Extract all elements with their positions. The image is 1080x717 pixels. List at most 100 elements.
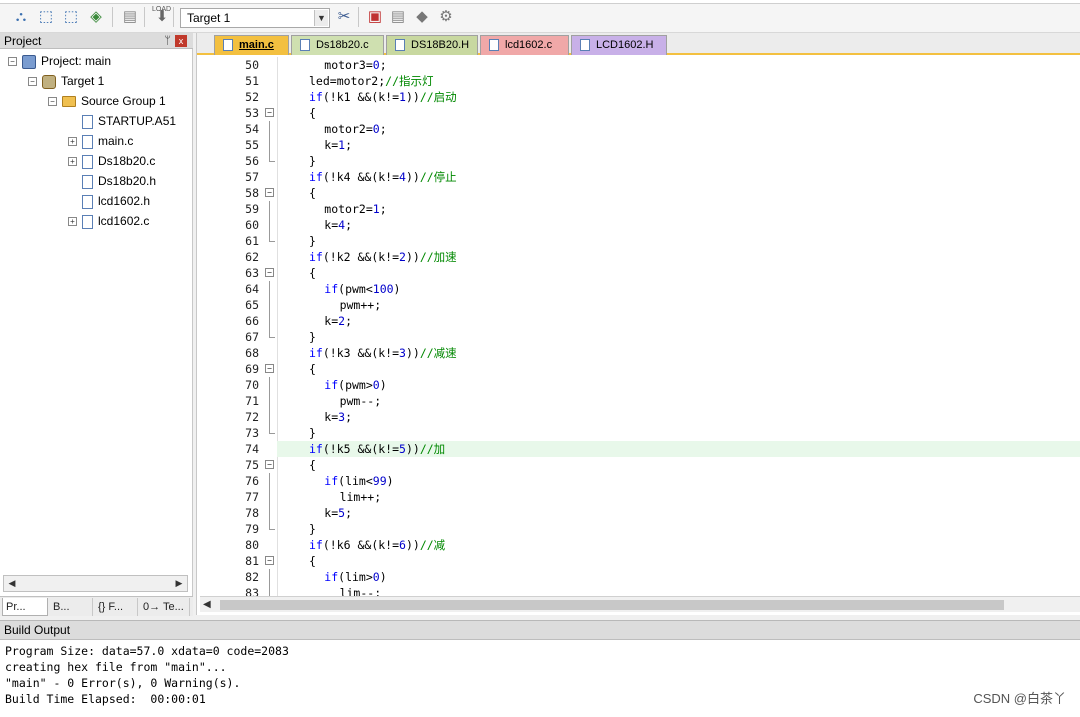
fold-guide [269,329,270,337]
code-line[interactable]: 72 k=3; [197,409,1080,425]
code-token: ) [386,474,394,488]
panel-tab[interactable]: Pr... [2,598,48,616]
collapse-icon[interactable]: − [28,77,37,87]
translate-icon[interactable]: ⛬ [12,8,30,26]
fold-collapse-icon[interactable]: − [265,268,274,277]
code-line[interactable]: 61} [197,233,1080,249]
code-line[interactable]: 57 if(!k4 &&(k!=4))//停止 [197,169,1080,185]
code-line[interactable]: 55 k=1; [197,137,1080,153]
editor-horizontal-scrollbar[interactable]: ◀ [200,596,1080,612]
code-line[interactable]: 52 if(!k1 &&(k!=1))//启动 [197,89,1080,105]
tree-item[interactable]: lcd1602.h [68,192,150,210]
code-line[interactable]: 51 led=motor2;//指示灯 [197,73,1080,89]
file-tab[interactable]: Ds18b20.c [291,35,384,55]
code-line[interactable]: 58− { [197,185,1080,201]
expand-icon[interactable]: + [68,217,77,227]
code-line[interactable]: 69− { [197,361,1080,377]
code-line[interactable]: 78 k=5; [197,505,1080,521]
file-tab[interactable]: lcd1602.c [480,35,569,55]
file-tab[interactable]: DS18B20.H [386,35,478,55]
chevron-down-icon[interactable]: ▼ [314,10,328,26]
select-packs-icon[interactable]: ▤ [389,8,407,26]
code-number: 99 [372,474,387,488]
scroll-left-icon[interactable]: ◀ [4,576,20,591]
code-line[interactable]: 75− { [197,457,1080,473]
code-text: if(lim<99) [324,473,393,489]
pack-installer-icon[interactable]: ◆ [413,8,431,26]
tree-item[interactable]: + main.c [68,132,133,150]
code-line[interactable]: 82 if(lim>0) [197,569,1080,585]
expand-icon[interactable]: + [68,157,77,167]
rebuild-icon[interactable]: ⬚ [62,8,80,26]
panel-tab[interactable]: {} F... [95,598,138,616]
batch-build-icon[interactable]: ◈ [87,8,105,26]
code-line[interactable]: 73} [197,425,1080,441]
code-line[interactable]: 65 pwm++; [197,297,1080,313]
scrollbar-thumb[interactable] [220,600,1004,610]
code-text: { [309,457,316,473]
file-icon [82,214,93,229]
folder-icon [62,96,76,108]
code-line[interactable]: 77 lim++; [197,489,1080,505]
code-line[interactable]: 70 if(pwm>0) [197,377,1080,393]
tree-item[interactable]: − Source Group 1 [48,92,166,110]
code-line[interactable]: 62 if(!k2 &&(k!=2))//加速 [197,249,1080,265]
collapse-icon[interactable]: − [48,97,57,107]
code-line[interactable]: 60 k=4; [197,217,1080,233]
file-tab[interactable]: LCD1602.H [571,35,667,55]
code-line[interactable]: 64 if(pwm<100) [197,281,1080,297]
code-token: (lim< [338,474,373,488]
expand-icon[interactable]: + [68,137,77,147]
code-line[interactable]: 63− { [197,265,1080,281]
options-icon[interactable]: ✂ [335,8,353,26]
code-number: 1 [372,202,380,216]
code-line[interactable]: 74 if(!k5 &&(k!=5))//加 [197,441,1080,457]
tree-item[interactable]: + lcd1602.c [68,212,149,230]
fold-collapse-icon[interactable]: − [265,556,274,565]
code-token: } [309,330,316,344]
scroll-right-icon[interactable]: ▶ [171,576,187,591]
tree-item[interactable]: − Project: main [8,52,111,70]
pin-icon[interactable]: ᛘ [164,33,171,49]
code-line[interactable]: 71 pwm--; [197,393,1080,409]
code-line[interactable]: 81− { [197,553,1080,569]
close-icon[interactable]: x [175,35,187,47]
file-tab[interactable]: main.c [214,35,289,55]
fold-collapse-icon[interactable]: − [265,460,274,469]
manage-rte-icon[interactable]: ⚙ [437,8,455,26]
manage-components-icon[interactable]: ▣ [366,8,384,26]
stop-build-icon[interactable]: ▤ [121,8,139,26]
tree-item-label: lcd1602.h [98,194,151,208]
code-editor[interactable]: main.c Ds18b20.c DS18B20.H lcd1602.c LCD1602… [196,33,1080,615]
fold-collapse-icon[interactable]: − [265,364,274,373]
tree-item[interactable]: Ds18b20.h [68,172,156,190]
target-select[interactable]: Target 1 ▼ [180,8,330,28]
code-area[interactable]: 50 motor3=0; 51 led=motor2;//指示灯 52 if(!k1 &&… [197,57,1080,597]
code-line[interactable]: 67} [197,329,1080,345]
code-line[interactable]: 66 k=2; [197,313,1080,329]
code-line[interactable]: 54 motor2=0; [197,121,1080,137]
code-line[interactable]: 53− { [197,105,1080,121]
code-line[interactable]: 76 if(lim<99) [197,473,1080,489]
line-number: 67 [245,330,259,344]
code-line[interactable]: 56} [197,153,1080,169]
code-line[interactable]: 79} [197,521,1080,537]
code-line[interactable]: 59 motor2=1; [197,201,1080,217]
collapse-icon[interactable]: − [8,57,17,67]
code-token: )) [405,90,420,104]
tree-item[interactable]: − Target 1 [28,72,104,90]
fold-collapse-icon[interactable]: − [265,188,274,197]
code-line[interactable]: 50 motor3=0; [197,57,1080,73]
tree-item[interactable]: STARTUP.A51 [68,112,176,130]
code-line[interactable]: 80 if(!k6 &&(k!=6))//减 [197,537,1080,553]
line-number: 69 [245,362,259,376]
scroll-left-icon[interactable]: ◀ [203,597,211,613]
panel-tab[interactable]: 0→ Te... [140,598,190,616]
fold-collapse-icon[interactable]: − [265,108,274,117]
project-panel: Project ᛘ x − Project: main − Target 1− Sour… [0,33,193,616]
code-line[interactable]: 68 if(!k3 &&(k!=3))//减速 [197,345,1080,361]
panel-tab[interactable]: B... [50,598,93,616]
tree-item[interactable]: + Ds18b20.c [68,152,155,170]
build-icon[interactable]: ⬚ [37,8,55,26]
project-panel-scrollbar[interactable]: ◀ ▶ [3,575,188,592]
